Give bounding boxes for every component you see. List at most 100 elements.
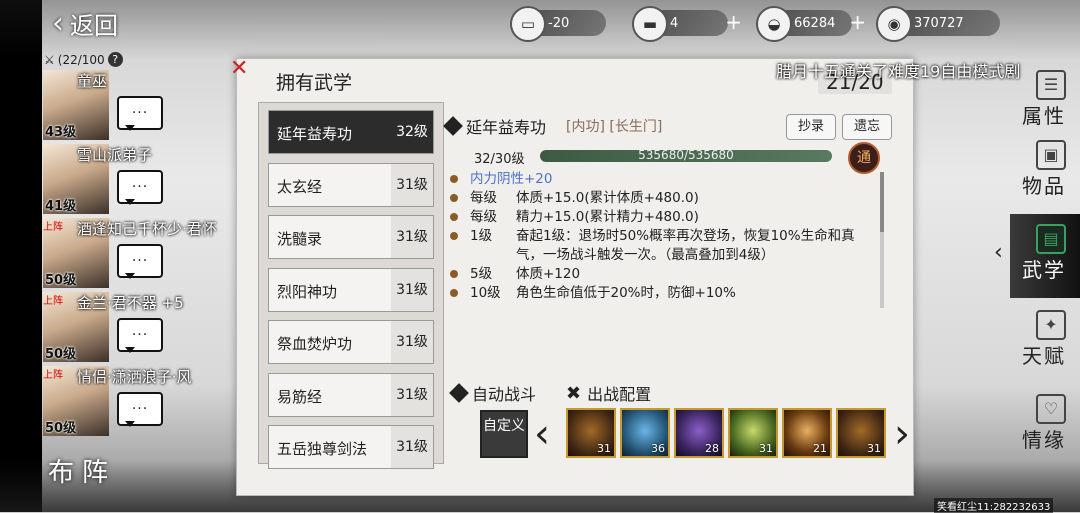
hero-level: 50级 <box>45 347 77 362</box>
skill-name: 延年益寿功 <box>277 125 353 143</box>
back-button[interactable]: ‹ 返回 <box>52 6 118 41</box>
hero-card[interactable]: 童巫 43级 ··· <box>43 70 191 142</box>
attribute-key: 5级 <box>470 266 493 282</box>
scrolling-notice: 腊月十五通关了难度19自由模式剧 <box>776 62 1021 81</box>
slot-count: 21 <box>813 442 827 455</box>
panel-title: 拥有武学 <box>276 72 353 94</box>
skill-slot[interactable]: 36 <box>620 408 670 458</box>
slot-count: 31 <box>867 442 881 455</box>
hero-name: 雪山派弟子 <box>77 146 153 164</box>
hero-card[interactable]: 上阵 金兰·君不器 +5 50级 ··· <box>43 292 191 364</box>
menu-martial-book[interactable]: ▤ 武学 <box>1010 214 1080 298</box>
sword-icon: ⚔ <box>44 52 55 67</box>
skill-item[interactable]: 五岳独尊剑法 31级 <box>268 425 434 469</box>
bullet-icon <box>450 213 458 221</box>
skill-level: 31级 <box>391 163 433 206</box>
hero-level: 43级 <box>45 125 77 140</box>
resource-value: -20 <box>548 15 570 31</box>
attribute-value: 体质+15.0(累计体质+480.0) <box>516 190 699 206</box>
hero-level: 50级 <box>45 421 77 436</box>
talent-icon: ✦ <box>1036 310 1066 340</box>
chat-bubble-icon[interactable]: ··· <box>117 96 163 131</box>
skill-item[interactable]: 易筋经 31级 <box>268 372 434 417</box>
skill-level: 31级 <box>391 321 433 363</box>
skill-item[interactable]: 祭血焚炉功 31级 <box>268 320 434 364</box>
forget-button[interactable]: 遗忘 <box>842 114 892 140</box>
resource-value: 370727 <box>914 15 964 31</box>
attribute-key: 每级 <box>470 209 497 225</box>
skill-level: 31级 <box>391 268 433 311</box>
auto-battle-toggle[interactable]: 自动战斗 <box>449 381 536 405</box>
skill-level: 31级 <box>391 426 433 468</box>
menu-label: 情缘 <box>1022 428 1066 452</box>
hero-name: 情侣·潇洒浪子·风 <box>77 368 192 386</box>
menu-pointer-icon: ‹ <box>994 240 1003 265</box>
chat-bubble-icon[interactable]: ··· <box>117 392 163 427</box>
menu-label: 物品 <box>1022 174 1066 198</box>
coin-icon: ◉ <box>876 6 912 42</box>
hero-card[interactable]: 雪山派弟子 41级 ··· <box>43 144 191 216</box>
menu-label: 天赋 <box>1022 344 1066 368</box>
resource-0: ▭ -20 <box>510 6 606 42</box>
attribute-key: 10级 <box>470 285 501 301</box>
loadout-prev-arrow[interactable]: ‹ <box>534 412 550 456</box>
skill-slot[interactable]: 31 <box>836 408 886 458</box>
slot-count: 36 <box>651 442 665 455</box>
add-resource-button[interactable]: + <box>849 10 866 34</box>
attribute-scrollbar[interactable] <box>880 172 884 308</box>
attribute-key: 1级 <box>470 228 493 244</box>
help-icon[interactable]: ? <box>107 52 123 67</box>
hero-card[interactable]: 上阵 情侣·潇洒浪子·风 50级 ··· <box>43 366 192 438</box>
deployed-tag: 上阵 <box>43 222 63 233</box>
attribute-row: 1级 奋起1级：退场时50%概率再次登场，恢复10%生命和真气，一场战斗触发一次。… <box>448 227 878 265</box>
attribute-value: 体质+120 <box>516 266 581 282</box>
skill-item[interactable]: 延年益寿功 32级 <box>268 110 434 154</box>
attribute-row: 10级 角色生命值低于20%时，防御+10% <box>448 284 878 303</box>
attribute-list: 内力阴性+20 每级 体质+15.0(累计体质+480.0) 每级 精力+15.0(累计… <box>448 170 878 303</box>
skill-slot[interactable]: 31 <box>728 408 778 458</box>
hero-card[interactable]: 上阵 酒逢知己千杯少·君怀 50级 ··· <box>43 218 217 290</box>
custom-button[interactable]: 自定义 <box>480 410 528 458</box>
skill-level: 32级 <box>391 111 433 153</box>
skill-level: 31级 <box>391 216 433 258</box>
bullet-icon <box>450 289 458 297</box>
diamond-icon <box>443 116 463 136</box>
menu-talent[interactable]: ✦ 天赋 <box>1010 300 1080 384</box>
menu-heart[interactable]: ♡ 情缘 <box>1010 384 1080 468</box>
chat-bubble-icon[interactable]: ··· <box>117 318 163 353</box>
resource-3: ◉ 370727 <box>876 6 1000 42</box>
attribute-row: 每级 精力+15.0(累计精力+480.0) <box>448 208 878 227</box>
bullet-icon <box>450 175 458 183</box>
formation-button[interactable]: 布阵 <box>48 452 116 489</box>
skill-tags: [内功] [长生门] <box>566 119 663 135</box>
shuriken-icon: ✕ <box>230 56 249 81</box>
skill-item[interactable]: 洗髓录 31级 <box>268 215 434 259</box>
resource-2: ◒ 66284 + <box>756 6 866 42</box>
skill-item[interactable]: 太玄经 31级 <box>268 162 434 207</box>
skill-slot[interactable]: 21 <box>782 408 832 458</box>
bullet-icon <box>450 232 458 240</box>
hero-level: 50级 <box>45 273 77 288</box>
skill-name: 五岳独尊剑法 <box>277 440 368 458</box>
chat-bubble-icon[interactable]: ··· <box>117 244 163 279</box>
copy-button[interactable]: 抄录 <box>786 114 836 140</box>
attribute-icon: ☰ <box>1036 70 1066 100</box>
deployed-tag: 上阵 <box>43 296 63 307</box>
chat-bubble-icon[interactable]: ··· <box>117 170 163 205</box>
hero-name: 酒逢知己千杯少·君怀 <box>77 220 217 238</box>
menu-item-box[interactable]: ▣ 物品 <box>1010 130 1080 214</box>
chest-icon: ▭ <box>510 6 546 42</box>
resource-value: 4 <box>670 15 679 31</box>
chevron-left-icon: ‹ <box>52 6 64 41</box>
loadout-next-arrow[interactable]: › <box>894 412 910 456</box>
silver-ingot-icon: ◒ <box>756 6 792 42</box>
add-resource-button[interactable]: + <box>725 10 742 34</box>
skill-item[interactable]: 烈阳神功 31级 <box>268 267 434 312</box>
cross-icon: ✖ <box>566 382 582 404</box>
hero-name: 金兰·君不器 +5 <box>77 294 184 312</box>
attribute-value: 角色生命值低于20%时，防御+10% <box>516 285 736 301</box>
skill-name: 烈阳神功 <box>277 282 338 301</box>
skill-slot[interactable]: 28 <box>674 408 724 458</box>
skill-slot[interactable]: 31 <box>566 408 616 458</box>
deployed-tag: 上阵 <box>43 370 63 381</box>
